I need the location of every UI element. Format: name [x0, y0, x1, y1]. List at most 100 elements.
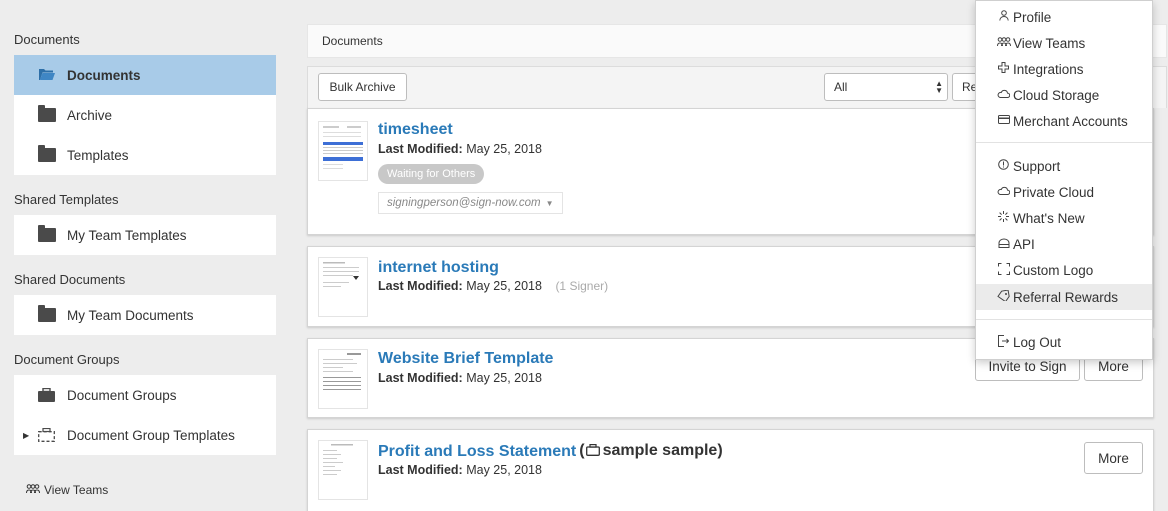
modified-label: Last Modified: — [378, 371, 463, 385]
document-modified: Last Modified: May 25, 2018 — [378, 142, 542, 156]
shared-documents-nav: My Team Documents — [14, 295, 276, 335]
bulk-archive-button[interactable]: Bulk Archive — [318, 73, 407, 101]
menu-item-log-out[interactable]: Log Out — [976, 329, 1152, 355]
account-dropdown-menu: Profile View Teams Integrations Cloud St… — [975, 0, 1153, 360]
menu-item-label: Private Cloud — [1013, 184, 1095, 200]
sidebar-item-templates[interactable]: Templates — [14, 135, 276, 175]
menu-item-label: Profile — [1013, 9, 1052, 25]
logout-icon — [996, 334, 1011, 350]
sidebar-item-archive[interactable]: Archive — [14, 95, 276, 135]
sidebar-item-document-group-templates[interactable]: ▶ Document Group Templates — [14, 415, 276, 455]
menu-item-label: View Teams — [1013, 35, 1086, 51]
team-icon — [26, 483, 40, 497]
document-title-link[interactable]: internet hosting — [378, 259, 499, 277]
sidebar-item-label: Document Groups — [67, 387, 177, 403]
menu-divider — [976, 319, 1152, 320]
menu-item-label: API — [1013, 236, 1035, 252]
user-icon — [996, 10, 1011, 24]
menu-item-label: Custom Logo — [1013, 262, 1094, 278]
cloud-icon — [996, 89, 1011, 101]
view-teams-label: View Teams — [44, 483, 109, 497]
menu-item-integrations[interactable]: Integrations — [976, 56, 1152, 82]
document-title-link[interactable]: Profit and Loss Statement — [378, 443, 576, 461]
section-title-shared-templates: Shared Templates — [14, 192, 119, 207]
menu-item-custom-logo[interactable]: Custom Logo — [976, 257, 1152, 283]
menu-item-referral-rewards[interactable]: Referral Rewards — [976, 284, 1152, 310]
puzzle-icon — [996, 62, 1011, 76]
info-icon — [996, 159, 1011, 173]
folder-icon — [38, 105, 56, 122]
menu-item-api[interactable]: API — [976, 231, 1152, 257]
signer-email-dropdown[interactable]: signingperson@sign-now.com ▼ — [378, 192, 563, 214]
folder-icon — [38, 305, 56, 322]
shared-templates-nav: My Team Templates — [14, 215, 276, 255]
modified-value: May 25, 2018 — [466, 279, 542, 293]
document-thumbnail[interactable] — [318, 440, 368, 500]
menu-item-label: Merchant Accounts — [1013, 113, 1128, 129]
select-arrows-icon: ▲ ▼ — [935, 79, 943, 95]
menu-item-whats-new[interactable]: What's New — [976, 205, 1152, 231]
folder-icon — [38, 145, 56, 162]
document-modified: Last Modified: May 25, 2018 — [378, 371, 542, 385]
menu-item-label: Referral Rewards — [1013, 289, 1119, 305]
menu-item-label: Log Out — [1013, 334, 1062, 350]
cloud-icon — [996, 186, 1011, 198]
section-title-documents: Documents — [14, 32, 80, 47]
document-modified: Last Modified: May 25, 2018 — [378, 463, 542, 477]
menu-item-private-cloud[interactable]: Private Cloud — [976, 179, 1152, 205]
document-card[interactable]: Profit and Loss Statement (sample sample… — [307, 429, 1154, 511]
sidebar-item-label: Documents — [67, 67, 141, 83]
document-title-row: Profit and Loss Statement (sample sample… — [378, 442, 723, 461]
document-groups-nav: Document Groups ▶ Document Group Templat… — [14, 375, 276, 455]
modified-value: May 25, 2018 — [466, 371, 542, 385]
menu-item-label: Support — [1013, 158, 1061, 174]
more-button[interactable]: More — [1084, 442, 1143, 474]
sidebar-item-label: My Team Documents — [67, 307, 194, 323]
sidebar-item-document-groups[interactable]: Document Groups — [14, 375, 276, 415]
document-title-link[interactable]: timesheet — [378, 121, 453, 139]
filter-select[interactable]: All ▲ ▼ — [824, 73, 948, 101]
sidebar-item-documents[interactable]: Documents — [14, 55, 276, 95]
tag-icon — [996, 289, 1011, 304]
modified-label: Last Modified: — [378, 279, 463, 293]
menu-item-view-teams[interactable]: View Teams — [976, 30, 1152, 56]
section-title-document-groups: Document Groups — [14, 352, 120, 367]
sidebar-item-my-team-documents[interactable]: My Team Documents — [14, 295, 276, 335]
view-teams-link[interactable]: View Teams — [26, 483, 108, 497]
signer-count: (1 Signer) — [555, 279, 609, 293]
document-thumbnail[interactable] — [318, 257, 368, 317]
chevron-down-icon: ▼ — [545, 198, 554, 208]
document-thumbnail[interactable] — [318, 349, 368, 409]
sidebar-item-label: Document Group Templates — [67, 427, 235, 443]
menu-item-profile[interactable]: Profile — [976, 4, 1152, 30]
modified-label: Last Modified: — [378, 142, 463, 156]
folder-open-icon — [38, 68, 56, 82]
modified-label: Last Modified: — [378, 463, 463, 477]
menu-item-support[interactable]: Support — [976, 153, 1152, 179]
section-title-shared-documents: Shared Documents — [14, 272, 126, 287]
signer-email: signingperson@sign-now.com — [387, 197, 541, 209]
dashed-briefcase-icon — [38, 427, 56, 442]
menu-item-cloud-storage[interactable]: Cloud Storage — [976, 82, 1152, 108]
sidebar-item-label: Archive — [67, 107, 113, 123]
sidebar-item-label: My Team Templates — [67, 227, 187, 243]
modified-value: May 25, 2018 — [466, 142, 542, 156]
menu-item-label: Integrations — [1013, 61, 1084, 77]
caret-right-icon[interactable]: ▶ — [23, 431, 29, 440]
status-badge: Waiting for Others — [378, 164, 485, 184]
document-folder-name: sample sample — [602, 442, 718, 459]
api-icon — [996, 238, 1011, 251]
document-modified: Last Modified: May 25, 2018 (1 Signer) — [378, 279, 608, 293]
document-folder-tag: (sample sample) — [579, 442, 723, 461]
document-thumbnail[interactable] — [318, 121, 368, 181]
document-title-link[interactable]: Website Brief Template — [378, 350, 553, 368]
crop-icon — [996, 262, 1011, 278]
breadcrumb-current: Documents — [322, 34, 383, 48]
team-icon — [996, 36, 1011, 50]
filter-select-value: All — [834, 80, 848, 94]
credit-card-icon — [996, 115, 1011, 127]
sidebar-item-my-team-templates[interactable]: My Team Templates — [14, 215, 276, 255]
briefcase-icon — [585, 443, 600, 461]
menu-item-merchant-accounts[interactable]: Merchant Accounts — [976, 108, 1152, 134]
sidebar-item-label: Templates — [67, 147, 129, 163]
